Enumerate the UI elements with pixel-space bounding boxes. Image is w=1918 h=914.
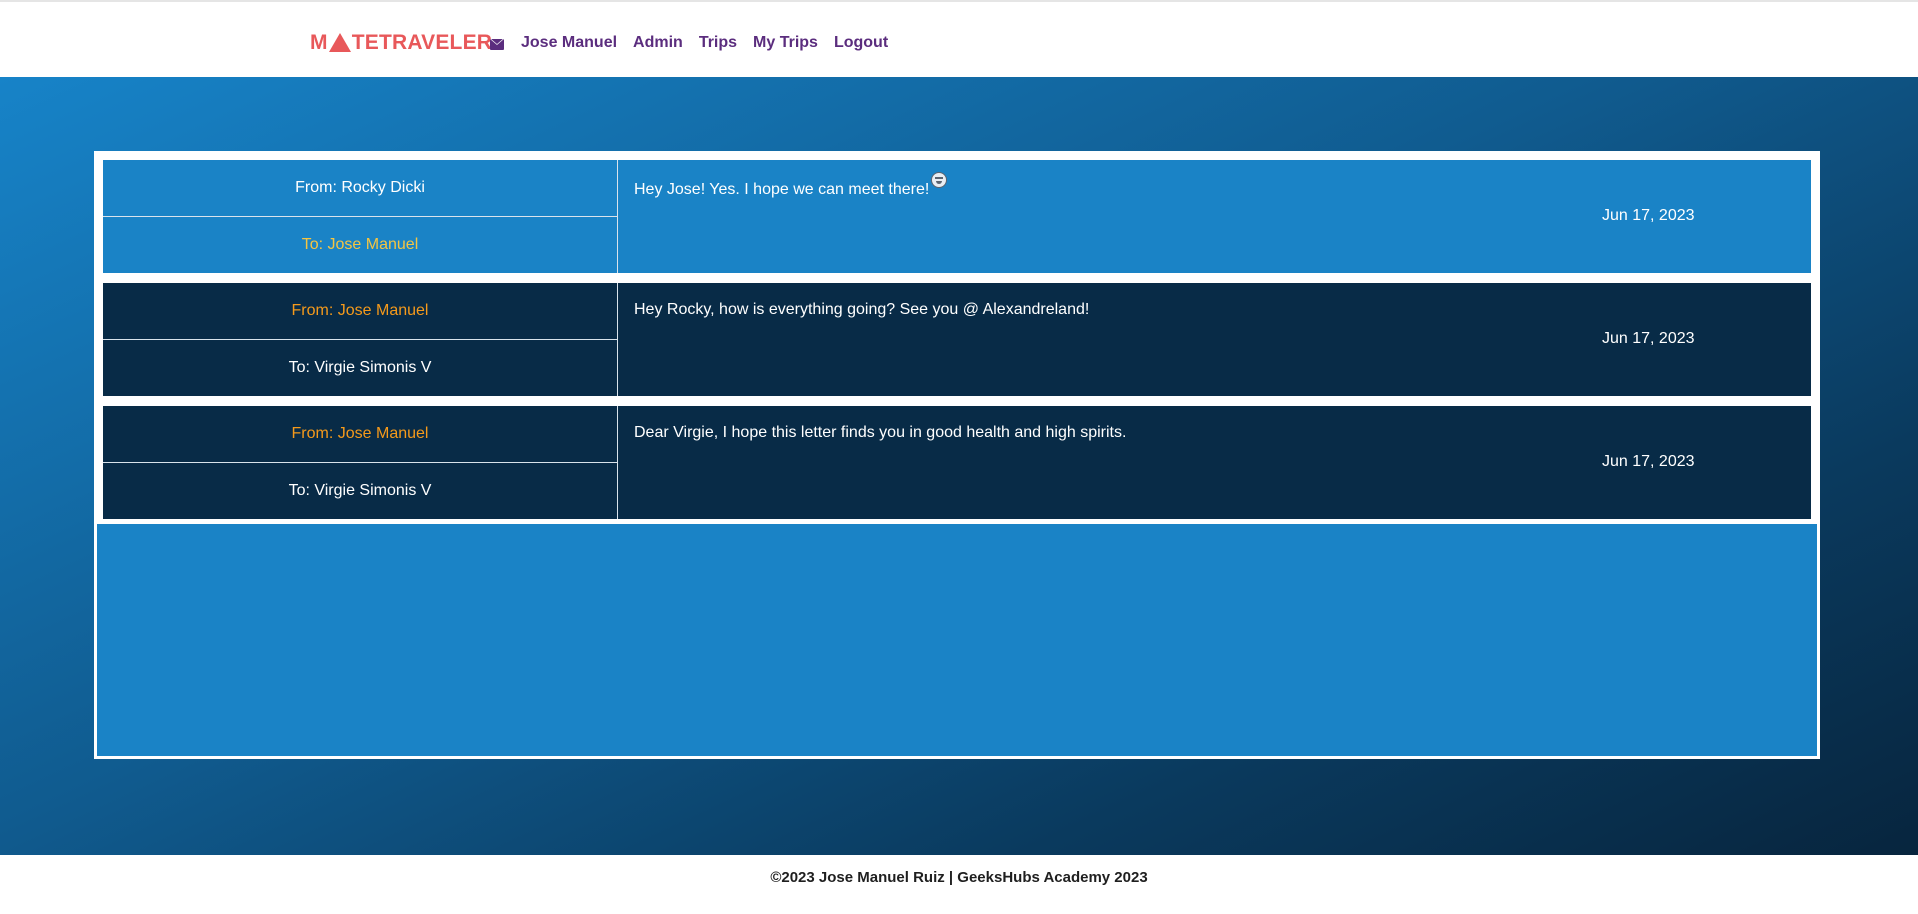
nav-trips[interactable]: Trips xyxy=(699,34,737,52)
main-nav: Jose Manuel Admin Trips My Trips Logout xyxy=(490,28,904,58)
message-text: Dear Virgie, I hope this letter finds yo… xyxy=(634,424,1127,441)
message-participants: From: Jose Manuel To: Virgie Simonis V xyxy=(103,406,618,519)
nav-admin[interactable]: Admin xyxy=(633,34,683,52)
main-content: From: Rocky Dicki To: Jose Manuel Hey Jo… xyxy=(0,77,1918,855)
nav-logout[interactable]: Logout xyxy=(834,34,888,52)
envelope-icon[interactable] xyxy=(490,38,504,50)
message-row: From: Jose Manuel To: Virgie Simonis V H… xyxy=(103,283,1811,396)
message-from: From: Rocky Dicki xyxy=(103,160,617,217)
message-body: Hey Rocky, how is everything going? See … xyxy=(618,283,1811,396)
message-participants: From: Rocky Dicki To: Jose Manuel xyxy=(103,160,618,273)
logo[interactable]: M TETRAVELER xyxy=(310,28,492,58)
navbar: M TETRAVELER Jose Manuel Admin Trips My … xyxy=(0,2,1918,77)
message-from: From: Jose Manuel xyxy=(103,406,617,463)
message-row: From: Jose Manuel To: Virgie Simonis V D… xyxy=(103,406,1811,519)
message-text: Hey Jose! Yes. I hope we can meet there! xyxy=(634,181,930,198)
message-from: From: Jose Manuel xyxy=(103,283,617,340)
message-text: Hey Rocky, how is everything going? See … xyxy=(634,301,1090,318)
footer: ©2023 Jose Manuel Ruiz | GeeksHubs Acade… xyxy=(0,855,1918,914)
nav-my-trips[interactable]: My Trips xyxy=(753,34,818,52)
logo-text-end: TETRAVELER xyxy=(351,31,493,54)
messages-panel: From: Rocky Dicki To: Jose Manuel Hey Jo… xyxy=(94,151,1820,759)
message-to: To: Virgie Simonis V xyxy=(288,482,432,499)
message-body: Hey Jose! Yes. I hope we can meet there!… xyxy=(618,160,1811,273)
message-date: Jun 17, 2023 xyxy=(1602,330,1695,347)
message-text-wrap: Hey Jose! Yes. I hope we can meet there! xyxy=(634,172,948,199)
logo-text-start: M xyxy=(310,31,328,54)
smiley-emoji-icon xyxy=(931,172,948,188)
triangle-icon xyxy=(328,32,351,52)
message-participants: From: Jose Manuel To: Virgie Simonis V xyxy=(103,283,618,396)
message-row: From: Rocky Dicki To: Jose Manuel Hey Jo… xyxy=(103,160,1811,273)
message-date: Jun 17, 2023 xyxy=(1602,207,1695,224)
message-to: To: Virgie Simonis V xyxy=(288,359,432,376)
footer-copyright: ©2023 Jose Manuel Ruiz | GeeksHubs Acade… xyxy=(770,869,1148,886)
nav-user-name[interactable]: Jose Manuel xyxy=(521,34,617,52)
message-date: Jun 17, 2023 xyxy=(1602,453,1695,470)
message-body: Dear Virgie, I hope this letter finds yo… xyxy=(618,406,1811,519)
message-to: To: Jose Manuel xyxy=(301,236,419,253)
messages-list: From: Rocky Dicki To: Jose Manuel Hey Jo… xyxy=(97,154,1817,524)
